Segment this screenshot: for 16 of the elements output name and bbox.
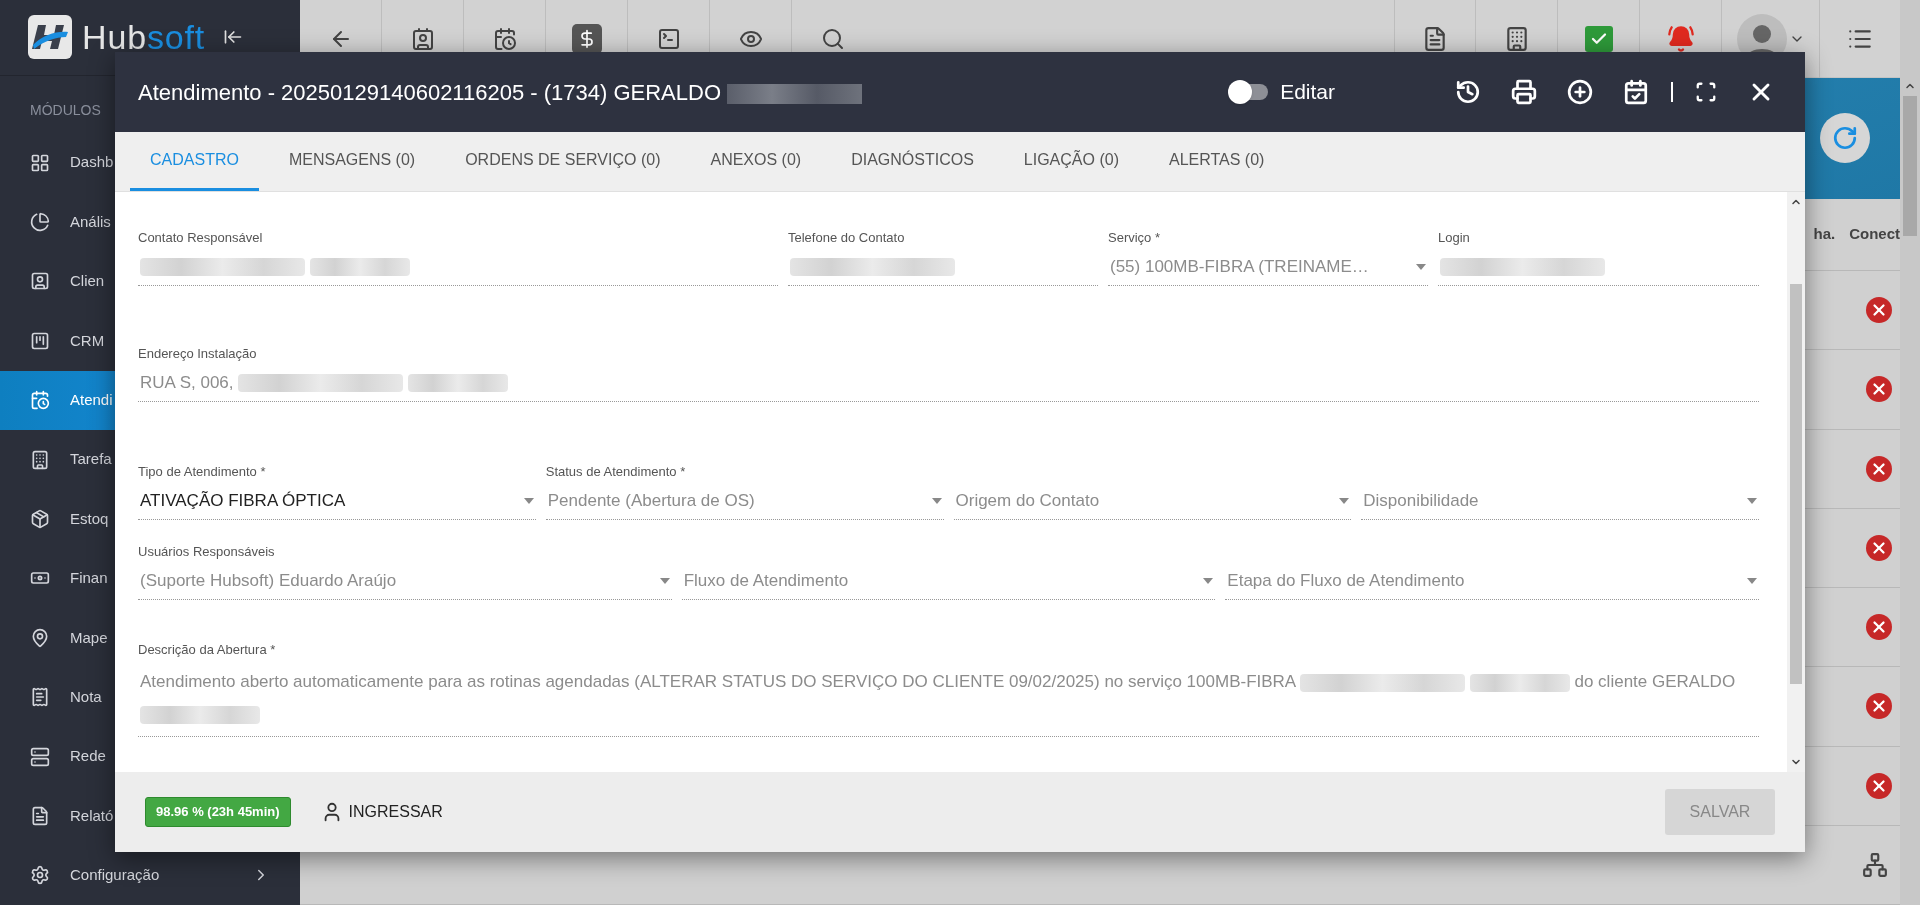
field-label: Usuários Responsáveis — [138, 543, 275, 561]
uptime-badge: 98.96 % (23h 45min) — [145, 797, 291, 827]
column-header: Conect — [1849, 224, 1900, 245]
column-header: ha. — [1813, 224, 1836, 245]
logo-text: Hubsoft — [82, 20, 206, 55]
field-label: Tipo de Atendimento * — [138, 463, 266, 481]
field-label: Login — [1438, 229, 1470, 247]
field-label: Status de Atendimento * — [545, 463, 686, 481]
field-label: Endereço Instalação — [138, 345, 257, 363]
field-label: Descrição da Abertura * — [138, 641, 276, 659]
field-label: Contato Responsável — [138, 229, 263, 247]
field-label: Telefone do Contato — [788, 229, 905, 247]
section-label: MÓDULOS — [29, 100, 102, 120]
modal-title: Atendimento - 20250129140602116205 - (1734) GERALDO — [138, 75, 863, 109]
field-label: Serviço * — [1108, 229, 1161, 247]
toggle-label: Editar — [1280, 79, 1335, 106]
